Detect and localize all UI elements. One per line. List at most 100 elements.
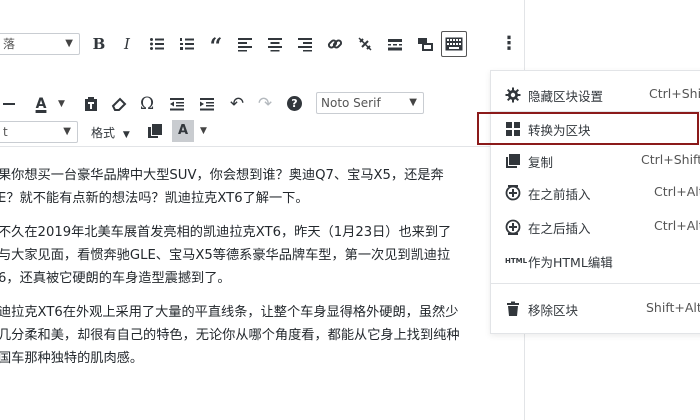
bold-button[interactable]: B	[88, 33, 110, 55]
formats-menu-button[interactable]: 格式 ▼	[91, 124, 130, 141]
insert-after-icon	[505, 219, 521, 235]
text-line: 迪拉克XT6在外观上采用了大量的平直线条，让整个车身显得格外硬朗，虽然少	[0, 305, 459, 320]
horizontal-line-icon	[3, 103, 15, 105]
align-left-icon	[238, 38, 252, 52]
menu-item-remove-block[interactable]: 移除区块 Shift+Alt+Z	[491, 293, 700, 325]
font-size-select-value: t	[3, 125, 8, 139]
menu-item-insert-after[interactable]: 在之后插入 Ctrl+Alt+Y	[491, 211, 700, 243]
font-family-select-value: Noto Serif	[321, 96, 381, 110]
font-family-select[interactable]: Noto Serif ▼	[316, 92, 424, 114]
menu-item-convert-to-blocks[interactable]: 转换为区块	[477, 112, 699, 145]
menu-item-label: 移除区块	[528, 303, 579, 318]
menu-item-edit-as-html[interactable]: HTML 作为HTML编辑	[491, 245, 700, 277]
text-line: 6，还真被它硬朗的车身造型震撼到了。	[0, 271, 231, 286]
text-line: E？就不能有点新的想法吗？凯迪拉克XT6了解一下。	[0, 191, 309, 206]
align-right-icon	[298, 38, 312, 52]
paste-text-icon	[85, 97, 97, 111]
insert-link-button[interactable]	[324, 33, 346, 55]
keyboard-icon	[445, 37, 463, 51]
text-line: 国车那种独特的肌肉感。	[0, 351, 144, 366]
menu-item-shortcut: Ctrl+Shift+,	[649, 86, 700, 101]
chevron-down-icon: ▼	[65, 38, 73, 49]
background-color-button[interactable]: A	[172, 120, 194, 142]
more-options-icon: ⋮	[500, 33, 518, 54]
font-size-select[interactable]: t ▼	[0, 121, 78, 143]
paragraph-2: 不久在2019年北美车展首发亮相的凯迪拉克XT6，昨天（1月23日）也来到了 与…	[0, 221, 522, 290]
menu-item-label: 复制	[528, 155, 554, 170]
menu-separator	[491, 283, 700, 284]
indent-button[interactable]	[196, 93, 218, 115]
paste-as-text-button[interactable]	[80, 93, 102, 115]
text-line: 果你想买一台豪华品牌中大型SUV，你会想到谁？奥迪Q7、宝马X5，还是奔	[0, 168, 444, 183]
horizontal-line-button[interactable]	[0, 93, 22, 115]
help-icon[interactable]: ?	[287, 96, 302, 111]
indent-icon	[200, 98, 214, 111]
toolbar-divider	[0, 146, 524, 147]
more-options-button[interactable]: ⋮	[498, 33, 520, 55]
menu-item-shortcut: Ctrl+Alt+Y	[654, 218, 700, 233]
menu-item-shortcut: Ctrl+Shift+D	[641, 152, 700, 167]
copy-icon	[148, 124, 162, 138]
text-color-dropdown-icon[interactable]: ▼	[58, 99, 65, 109]
menu-item-label: 转换为区块	[528, 123, 591, 138]
text-color-button[interactable]: A	[30, 93, 52, 115]
paragraph-3: 迪拉克XT6在外观上采用了大量的平直线条，让整个车身显得格外硬朗，虽然少 几分柔…	[0, 301, 522, 370]
format-select-value: 落	[3, 37, 16, 51]
menu-item-label: 作为HTML编辑	[528, 255, 613, 270]
block-options-menu: 隐藏区块设置 Ctrl+Shift+, 转换为区块 复制 Ctrl+Shift+…	[477, 70, 700, 334]
background-color-dropdown-icon[interactable]: ▼	[200, 126, 207, 136]
html-icon: HTML	[505, 257, 528, 265]
menu-item-shortcut: Shift+Alt+Z	[646, 300, 700, 315]
format-select[interactable]: 落 ▼	[0, 33, 80, 55]
italic-button[interactable]: I	[116, 33, 138, 55]
numbered-list-button[interactable]	[176, 33, 198, 55]
undo-button[interactable]: ↶	[226, 93, 248, 115]
chevron-down-icon: ▼	[122, 130, 130, 140]
chevron-down-icon: ▼	[409, 97, 417, 108]
unlink-icon	[358, 37, 372, 51]
formats-menu-label: 格式	[91, 126, 116, 140]
menu-item-label: 在之后插入	[528, 221, 591, 236]
editor-content[interactable]: 果你想买一台豪华品牌中大型SUV，你会想到谁？奥迪Q7、宝马X5，还是奔 E？就…	[0, 164, 522, 370]
clear-formatting-button[interactable]	[108, 93, 130, 115]
eraser-icon	[111, 97, 127, 111]
gear-icon	[505, 87, 521, 103]
menu-item-hide-block-settings[interactable]: 隐藏区块设置 Ctrl+Shift+,	[491, 79, 700, 111]
text-line: 不久在2019年北美车展首发亮相的凯迪拉克XT6，昨天（1月23日）也来到了	[0, 225, 452, 240]
align-center-icon	[268, 38, 282, 52]
special-character-button[interactable]: Ω	[136, 93, 158, 115]
blocks-grid-icon	[506, 122, 520, 136]
distraction-free-icon	[418, 38, 433, 51]
trash-icon	[507, 301, 519, 316]
paragraph-1: 果你想买一台豪华品牌中大型SUV，你会想到谁？奥迪Q7、宝马X5，还是奔 E？就…	[0, 164, 522, 210]
menu-item-label: 在之前插入	[528, 187, 591, 202]
read-more-button[interactable]	[384, 33, 406, 55]
align-left-button[interactable]	[234, 33, 256, 55]
toolbar-row-3: t ▼ 格式 ▼ A ▼	[0, 120, 524, 164]
align-right-button[interactable]	[294, 33, 316, 55]
redo-button[interactable]: ↷	[254, 93, 276, 115]
copy-button[interactable]	[144, 120, 166, 142]
outdent-icon	[170, 98, 184, 111]
remove-link-button[interactable]	[354, 33, 376, 55]
menu-item-shortcut: Ctrl+Alt+T	[654, 184, 700, 199]
insert-before-icon	[505, 185, 521, 201]
toolbar-toggle-button[interactable]	[441, 31, 467, 57]
menu-item-insert-before[interactable]: 在之前插入 Ctrl+Alt+T	[491, 177, 700, 209]
text-line: 与大家见面，看惯奔驰GLE、宝马X5等德系豪华品牌车型，第一次见到凯迪拉	[0, 248, 451, 263]
toolbar-row-1: 落 ▼ B I “ ⋮	[0, 22, 524, 66]
classic-editor-block: 落 ▼ B I “ ⋮ A ▼ Ω ↶ ↷ ? Noto Serif ▼ t ▼…	[0, 0, 525, 420]
bullet-list-icon	[150, 38, 164, 50]
align-center-button[interactable]	[264, 33, 286, 55]
outdent-button[interactable]	[166, 93, 188, 115]
fullscreen-button[interactable]	[414, 33, 436, 55]
text-line: 几分柔和美，却很有自己的特色，无论你从哪个角度看，都能从它身上找到纯种	[0, 328, 460, 343]
menu-item-duplicate[interactable]: 复制 Ctrl+Shift+D	[491, 145, 700, 177]
read-more-icon	[388, 39, 402, 51]
link-icon	[327, 39, 343, 49]
blockquote-button[interactable]: “	[205, 33, 227, 60]
menu-item-label: 隐藏区块设置	[528, 89, 604, 104]
duplicate-icon	[506, 154, 520, 168]
chevron-down-icon: ▼	[63, 126, 71, 137]
bullet-list-button[interactable]	[146, 33, 168, 55]
